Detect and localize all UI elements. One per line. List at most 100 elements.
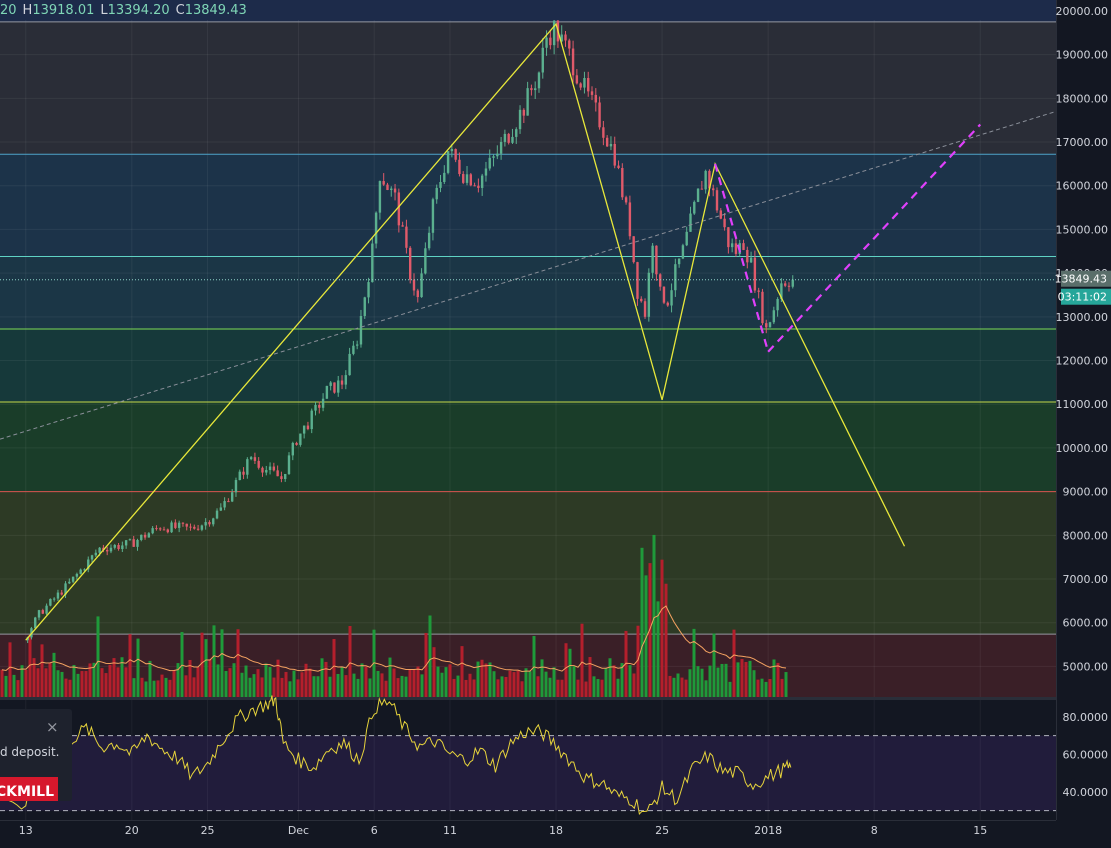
- volume-bar: [444, 667, 448, 697]
- volume-bar: [612, 665, 616, 697]
- candle-body: [136, 539, 139, 547]
- volume-bar: [524, 668, 528, 697]
- volume-bar: [368, 678, 372, 697]
- price-tag: 13849.43: [1055, 273, 1108, 286]
- volume-bar: [628, 665, 632, 697]
- candle-body: [227, 501, 230, 503]
- volume-bar: [404, 676, 408, 697]
- promo-button[interactable]: CKMILL: [0, 777, 58, 801]
- open-value: 20: [0, 2, 17, 18]
- volume-bar: [332, 639, 336, 697]
- candle-body: [121, 545, 124, 550]
- volume-bar: [676, 673, 680, 697]
- volume-bar: [76, 673, 80, 697]
- y-tick-label: 16000.00: [1056, 180, 1109, 193]
- y-tick-label: 10000.00: [1056, 442, 1109, 455]
- volume-bar: [212, 625, 216, 697]
- volume-bar: [504, 676, 508, 697]
- volume-bar: [440, 672, 444, 697]
- volume-bar: [392, 668, 396, 697]
- candle-body: [189, 526, 192, 528]
- candle-body: [677, 258, 681, 265]
- candle-body: [68, 581, 71, 584]
- candle-body: [605, 137, 609, 147]
- candle-body: [511, 136, 514, 143]
- candle-body: [734, 243, 738, 254]
- candle-body: [723, 218, 726, 228]
- y-tick-label: 15000.00: [1056, 223, 1109, 236]
- ohlc-legend: 20 H13918.01 L13394.20 C13849.43: [0, 0, 247, 20]
- chart-canvas[interactable]: 20000.00 19000.00 18000.00 17000.00 16000.00…: [0, 0, 1111, 844]
- candle-body: [477, 185, 480, 188]
- volume-bar: [772, 659, 776, 697]
- volume-bar: [736, 662, 740, 697]
- candle-body: [674, 264, 677, 291]
- close-icon[interactable]: ×: [46, 720, 59, 735]
- volume-bar: [528, 671, 532, 697]
- candle-body: [727, 227, 730, 248]
- candle-body: [268, 466, 272, 471]
- volume-bar: [512, 672, 516, 697]
- volume-bar: [40, 644, 44, 697]
- candle-body: [204, 522, 207, 526]
- volume-bar: [572, 666, 576, 697]
- volume-bar: [756, 679, 760, 697]
- candle-body: [405, 226, 408, 248]
- candle-body: [696, 188, 700, 202]
- candle-body: [693, 201, 696, 214]
- candle-body: [420, 273, 423, 298]
- candle-body: [185, 523, 188, 527]
- volume-bar: [320, 658, 324, 697]
- volume-bar: [692, 628, 696, 697]
- y-tick-label: 9000.00: [1063, 486, 1109, 499]
- candle-body: [117, 544, 120, 550]
- candle-body: [541, 47, 544, 73]
- candle-body: [223, 501, 226, 508]
- y-tick-label: 20000.00: [1056, 5, 1109, 18]
- volume-bar: [576, 679, 580, 697]
- candle-body: [105, 549, 109, 552]
- candle-body: [753, 257, 757, 291]
- volume-bar: [696, 666, 700, 697]
- candle-body: [261, 467, 264, 473]
- volume-bar: [632, 673, 636, 697]
- volume-bar: [296, 679, 300, 697]
- candle-body: [662, 286, 666, 303]
- promo-button-label: CKMILL: [0, 784, 54, 800]
- candle-body: [52, 598, 56, 600]
- candle-body: [212, 518, 215, 525]
- volume-bar: [244, 665, 248, 697]
- candle-body: [299, 433, 302, 445]
- volume-bar: [316, 676, 320, 697]
- volume-bar: [184, 675, 188, 697]
- candle-body: [249, 457, 253, 460]
- zone-band: [0, 491, 1056, 635]
- candle-body: [594, 94, 597, 103]
- high-label: H: [22, 2, 33, 18]
- volume-bar: [224, 670, 228, 697]
- candle-body: [109, 547, 113, 552]
- volume-bar: [336, 673, 340, 697]
- candle-body: [783, 283, 787, 286]
- candle-body: [355, 344, 359, 346]
- volume-bar: [480, 659, 484, 697]
- candle-body: [655, 245, 658, 275]
- candle-body: [715, 190, 719, 211]
- candle-body: [310, 410, 313, 430]
- volume-bar: [300, 672, 304, 697]
- volume-bar: [744, 662, 748, 697]
- volume-bar: [556, 679, 560, 697]
- volume-bar: [580, 623, 584, 697]
- volume-bar: [516, 670, 520, 697]
- candle-body: [325, 385, 329, 399]
- candle-body: [124, 540, 128, 546]
- candle-body: [272, 466, 276, 471]
- candle-body: [382, 181, 385, 185]
- volume-bar: [268, 667, 272, 697]
- candle-body: [666, 302, 669, 306]
- y-tick-label: 18000.00: [1056, 92, 1109, 105]
- volume-bar: [256, 669, 260, 697]
- volume-bar: [204, 639, 208, 697]
- x-tick-label: 8: [871, 824, 878, 837]
- volume-bar: [116, 667, 120, 697]
